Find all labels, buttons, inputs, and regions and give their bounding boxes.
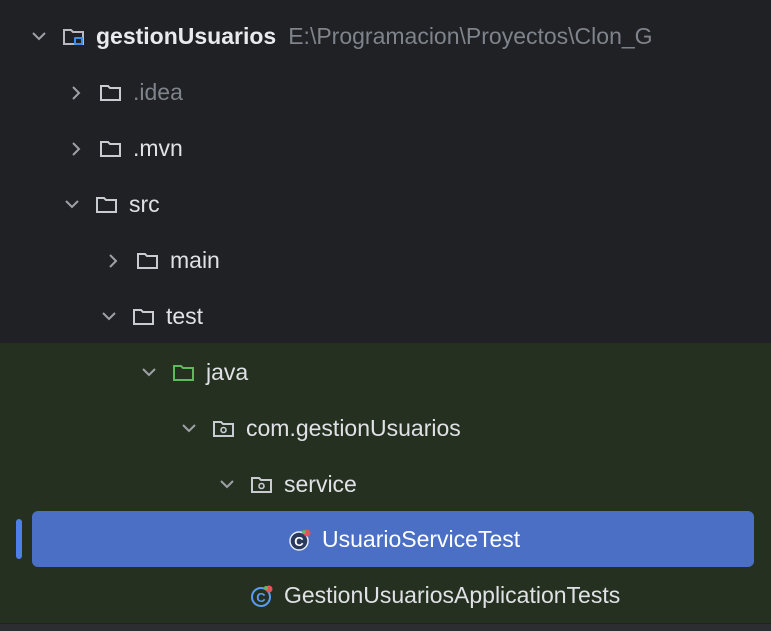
folder-icon: [136, 250, 162, 272]
svg-text:C: C: [294, 534, 304, 549]
module-folder-icon: [62, 26, 88, 48]
tree-item-label: main: [170, 247, 220, 273]
folder-icon: [132, 306, 158, 328]
chevron-down-icon[interactable]: [63, 196, 81, 214]
tree-item-application-tests[interactable]: C GestionUsuariosApplicationTests: [0, 567, 771, 624]
tree-item-usuario-service-test[interactable]: C UsuarioServiceTest: [0, 511, 771, 568]
root-name: gestionUsuarios: [96, 23, 277, 49]
tree-item-label: java: [206, 359, 249, 385]
tree-item-idea[interactable]: .idea: [0, 64, 771, 121]
test-class-icon: C: [250, 585, 276, 607]
tree-item-main[interactable]: main: [0, 232, 771, 289]
tree-item-label: com.gestionUsuarios: [246, 415, 461, 441]
tree-item-service[interactable]: service: [0, 456, 771, 513]
package-icon: [212, 418, 238, 440]
folder-icon: [99, 138, 125, 160]
folder-icon: [99, 82, 125, 104]
chevron-right-icon[interactable]: [67, 84, 85, 102]
tree-item-label: src: [129, 191, 160, 217]
test-folder-icon: [172, 362, 198, 384]
svg-text:C: C: [256, 590, 266, 605]
chevron-right-icon[interactable]: [67, 140, 85, 158]
root-path: E:\Programacion\Proyectos\Clon_G: [288, 23, 653, 49]
folder-icon: [95, 194, 121, 216]
tree-item-label: .idea: [133, 79, 183, 105]
chevron-down-icon[interactable]: [218, 476, 236, 494]
chevron-down-icon[interactable]: [180, 420, 198, 438]
tree-item-label: test: [166, 303, 204, 329]
tree-item-label: UsuarioServiceTest: [322, 526, 521, 552]
package-icon: [250, 474, 276, 496]
project-tree: gestionUsuarios E:\Programacion\Proyecto…: [0, 0, 771, 631]
tree-item-src[interactable]: src: [0, 176, 771, 233]
test-class-icon: C: [288, 529, 314, 551]
chevron-down-icon[interactable]: [100, 308, 118, 326]
chevron-right-icon[interactable]: [104, 252, 122, 270]
tree-item-java[interactable]: java: [0, 344, 771, 401]
tree-item-mvn[interactable]: .mvn: [0, 120, 771, 177]
panel-bottom-edge: [0, 624, 771, 631]
tree-item-root[interactable]: gestionUsuarios E:\Programacion\Proyecto…: [0, 8, 771, 65]
tree-item-package[interactable]: com.gestionUsuarios: [0, 400, 771, 457]
chevron-down-icon[interactable]: [30, 28, 48, 46]
tree-item-label: service: [284, 471, 357, 497]
tree-item-label: .mvn: [133, 135, 183, 161]
chevron-down-icon[interactable]: [140, 364, 158, 382]
tree-item-label: GestionUsuariosApplicationTests: [284, 582, 621, 608]
tree-item-test[interactable]: test: [0, 288, 771, 345]
